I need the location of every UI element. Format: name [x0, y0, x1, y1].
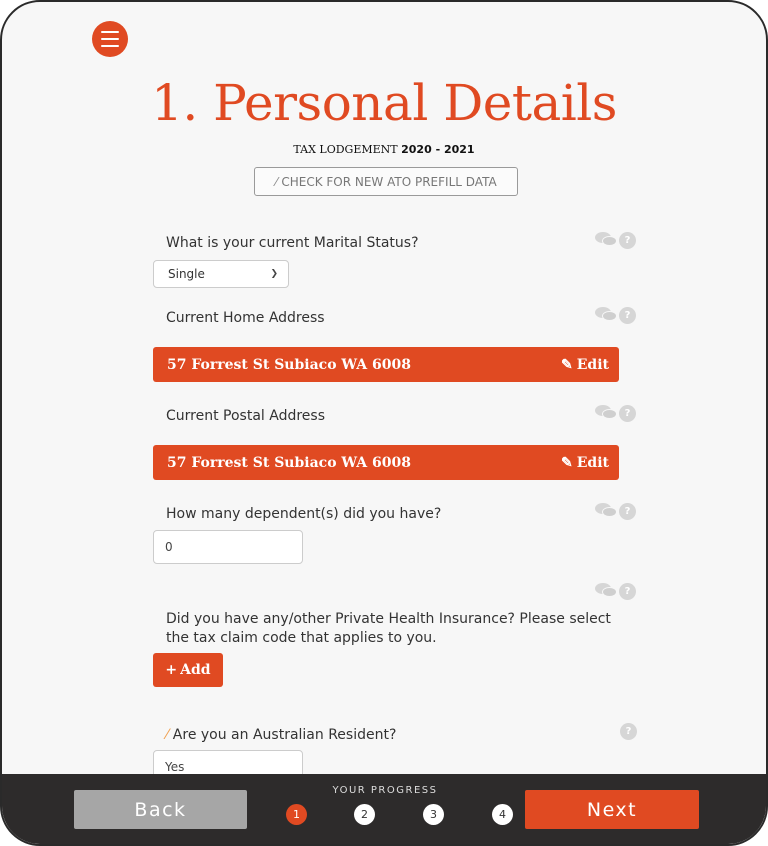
back-button[interactable]: Back — [74, 790, 247, 829]
home-address-label: Current Home Address — [166, 310, 325, 326]
subtitle-year: 2020 - 2021 — [401, 143, 475, 156]
progress-step-1[interactable]: 1 — [286, 804, 307, 825]
plus-icon: + — [165, 662, 178, 678]
progress-step-2[interactable]: 2 — [354, 804, 375, 825]
app-frame: 1. Personal Details TAX LODGEMENT 2020 -… — [0, 0, 768, 846]
help-icon[interactable]: ? — [619, 502, 636, 520]
check-prefill-button[interactable]: ⁄ CHECK FOR NEW ATO PREFILL DATA — [254, 167, 518, 196]
health-insurance-label: Did you have any/other Private Health In… — [166, 610, 611, 648]
dependents-label: How many dependent(s) did you have? — [166, 506, 442, 522]
question-icons: ? — [594, 231, 636, 249]
resident-label: ⁄ Are you an Australian Resident? — [166, 727, 396, 743]
health-insurance-label-line2: the tax claim code that applies to you. — [166, 630, 437, 646]
edit-label: Edit — [576, 356, 609, 373]
home-address-value: 57 Forrest St Subiaco WA 6008 — [167, 356, 411, 373]
edit-home-address-button[interactable]: ✎ Edit — [561, 357, 609, 373]
progress-label: YOUR PROGRESS — [332, 785, 438, 796]
comments-icon[interactable] — [594, 502, 618, 520]
health-insurance-label-line1: Did you have any/other Private Health In… — [166, 611, 611, 627]
magic-wand-icon: ⁄ — [166, 727, 169, 743]
resident-label-text: Are you an Australian Resident? — [172, 727, 397, 743]
add-health-insurance-button[interactable]: + Add — [153, 653, 223, 687]
dependents-input[interactable]: 0 — [153, 530, 303, 564]
help-icon[interactable]: ? — [619, 404, 636, 422]
question-icons: ? — [620, 723, 637, 740]
next-button[interactable]: Next — [525, 790, 699, 829]
postal-address-bar[interactable]: 57 Forrest St Subiaco WA 6008 ✎ Edit — [153, 445, 619, 480]
progress-step-3[interactable]: 3 — [423, 804, 444, 825]
footer-bar: Back YOUR PROGRESS 1 2 3 4 Next — [2, 774, 766, 844]
comments-icon[interactable] — [594, 404, 618, 422]
edit-postal-address-button[interactable]: ✎ Edit — [561, 455, 609, 471]
hamburger-menu-icon[interactable] — [92, 21, 128, 57]
comments-icon[interactable] — [594, 306, 618, 324]
pencil-icon: ✎ — [561, 454, 573, 471]
chevron-down-icon: ❯ — [270, 269, 278, 279]
edit-label: Edit — [576, 454, 609, 471]
help-icon[interactable]: ? — [619, 306, 636, 324]
tax-year-subtitle: TAX LODGEMENT 2020 - 2021 — [2, 143, 766, 156]
progress-step-4[interactable]: 4 — [492, 804, 513, 825]
help-icon[interactable]: ? — [619, 231, 636, 249]
help-icon[interactable]: ? — [619, 582, 636, 600]
page-title: 1. Personal Details — [151, 74, 617, 132]
postal-address-value: 57 Forrest St Subiaco WA 6008 — [167, 454, 411, 471]
pencil-icon: ✎ — [561, 356, 573, 373]
subtitle-prefix: TAX LODGEMENT — [293, 143, 398, 156]
home-address-bar[interactable]: 57 Forrest St Subiaco WA 6008 ✎ Edit — [153, 347, 619, 382]
postal-address-label: Current Postal Address — [166, 408, 325, 424]
question-icons: ? — [594, 306, 636, 324]
comments-icon[interactable] — [594, 231, 618, 249]
question-icons: ? — [594, 404, 636, 422]
marital-status-label: What is your current Marital Status? — [166, 235, 419, 251]
comments-icon[interactable] — [594, 582, 618, 600]
magic-wand-icon: ⁄ — [275, 174, 278, 189]
marital-status-select[interactable]: Single ❯ — [153, 260, 289, 288]
question-icons: ? — [594, 582, 636, 600]
question-icons: ? — [594, 502, 636, 520]
marital-status-value: Single — [168, 267, 205, 281]
help-icon[interactable]: ? — [620, 723, 637, 740]
prefill-button-label: CHECK FOR NEW ATO PREFILL DATA — [281, 174, 497, 189]
add-label: Add — [180, 662, 211, 678]
